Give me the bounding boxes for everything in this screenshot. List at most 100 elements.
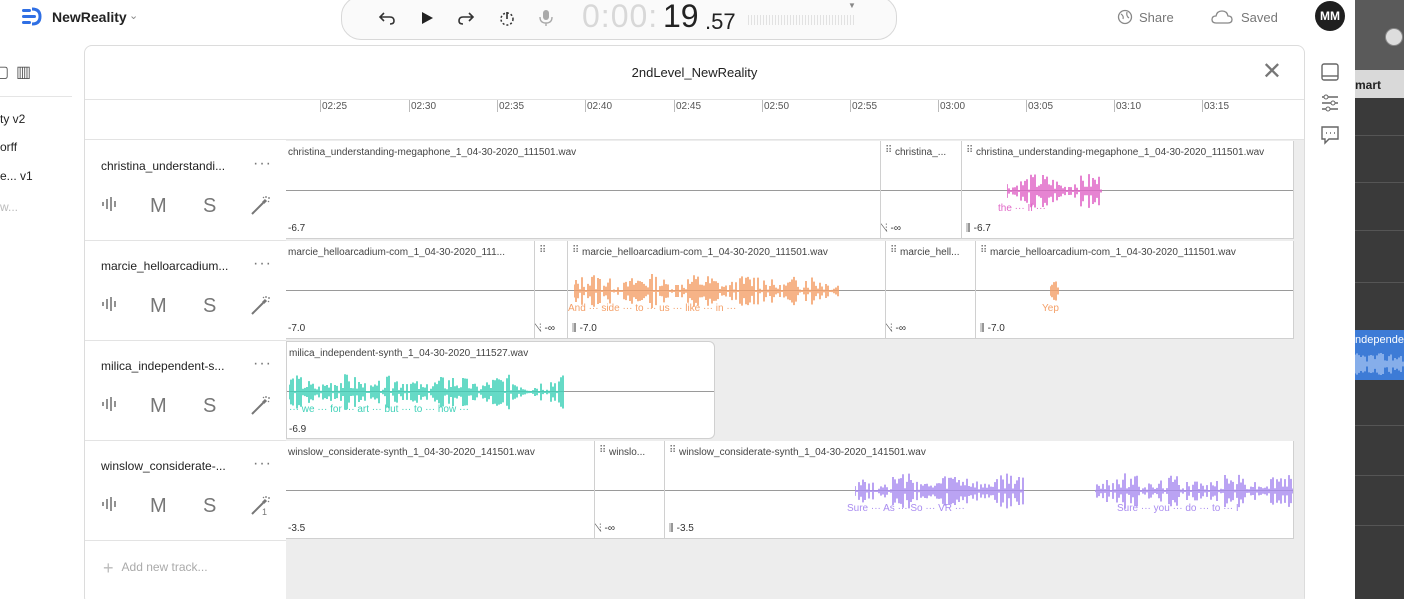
track-name[interactable]: christina_understandi...: [101, 159, 225, 173]
clip-transcript[interactable]: Sure ··· you ··· do ··· to ··· I: [1117, 503, 1239, 514]
solo-button[interactable]: S: [203, 295, 216, 318]
sidebar-item[interactable]: orff: [0, 140, 17, 154]
waveform-toggle-icon[interactable]: [101, 395, 119, 419]
library-icon[interactable]: ▥: [16, 62, 31, 82]
track-header[interactable]: winslow_considerate-... ··· M S 1: [85, 441, 286, 541]
sliders-icon[interactable]: [1320, 93, 1340, 113]
clip-centerline: [595, 490, 664, 491]
drag-handle-icon[interactable]: ⠿: [572, 245, 579, 256]
track-header[interactable]: christina_understandi... ··· M S: [85, 141, 286, 241]
clip-filename: milica_independent-synth_1_04-30-2020_11…: [289, 348, 529, 359]
clip-transcript[interactable]: Sure ··· As ··· So ··· VR ···: [847, 503, 965, 514]
undo-icon[interactable]: [376, 7, 398, 29]
drag-handle-icon[interactable]: ⠿: [890, 245, 897, 256]
audio-clip[interactable]: ⠿ christina_... ⫶⃥ -∞: [881, 141, 962, 239]
audio-clip[interactable]: christina_understanding-megaphone_1_04-3…: [286, 141, 881, 239]
add-track-button[interactable]: + Add new track...: [103, 558, 208, 579]
track-name[interactable]: milica_independent-s...: [101, 359, 224, 373]
clip-gain[interactable]: ⫼ -3.5: [669, 523, 694, 534]
mute-button[interactable]: M: [150, 295, 167, 318]
clip-filename: christina_understanding-megaphone_1_04-3…: [288, 147, 577, 158]
clip-transcript[interactable]: And ··· side ··· to ··· us ··· like ··· …: [568, 303, 736, 314]
more-options-icon[interactable]: ···: [253, 355, 272, 373]
play-icon[interactable]: [416, 7, 438, 29]
waveform-toggle-icon[interactable]: [101, 195, 119, 219]
metronome-icon[interactable]: [496, 7, 518, 29]
folder-icon[interactable]: ▢: [0, 62, 9, 82]
track-name[interactable]: marcie_helloarcadium...: [101, 259, 228, 273]
mute-button[interactable]: M: [150, 195, 167, 218]
sidebar-item[interactable]: ty v2: [0, 112, 25, 126]
redo-icon[interactable]: [455, 7, 477, 29]
clip-gain[interactable]: -7.0: [288, 323, 305, 334]
clip-gain[interactable]: ⫼ -6.7: [966, 223, 991, 234]
audio-clip[interactable]: ⠿ ⫶⃥ -∞: [535, 241, 568, 339]
magic-wand-icon[interactable]: 1: [249, 495, 271, 523]
drag-handle-icon[interactable]: ⠿: [669, 445, 676, 456]
magic-wand-icon[interactable]: [249, 195, 271, 223]
microphone-icon[interactable]: [535, 7, 557, 29]
drag-handle-icon[interactable]: ⠿: [599, 445, 606, 456]
clip-gain[interactable]: -6.9: [289, 424, 306, 435]
audio-clip[interactable]: ⠿ marcie_helloarcadium-com_1_04-30-2020_1…: [568, 241, 886, 339]
clip-gain[interactable]: ⫼ -7.0: [572, 323, 597, 334]
chevron-down-icon[interactable]: ⌄: [129, 9, 138, 22]
audio-clip[interactable]: ⠿ christina_understanding-megaphone_1_04-…: [962, 141, 1294, 239]
audio-clip[interactable]: ⠿ marcie_hell... ⫶⃥ -∞: [886, 241, 976, 339]
clip-gain[interactable]: -3.5: [288, 523, 305, 534]
drag-handle-icon[interactable]: ⠿: [966, 145, 973, 156]
app-logo-icon[interactable]: [20, 6, 42, 28]
waveform-toggle-icon[interactable]: [101, 495, 119, 519]
drag-handle-icon[interactable]: ⠿: [885, 145, 892, 156]
timecode-faded: 0:00:: [582, 0, 659, 34]
clip-centerline: [976, 290, 1293, 291]
app-title[interactable]: NewReality: [52, 9, 127, 25]
mute-button[interactable]: M: [150, 495, 167, 518]
clip-transcript[interactable]: Yep: [1042, 303, 1059, 314]
clip-gain[interactable]: ⫶⃥ -∞: [885, 223, 901, 234]
audio-clip[interactable]: ⠿ marcie_helloarcadium-com_1_04-30-2020_1…: [976, 241, 1294, 339]
more-options-icon[interactable]: ···: [253, 255, 272, 273]
clip-centerline: [286, 190, 880, 191]
magic-wand-icon[interactable]: [249, 395, 271, 423]
caret-down-icon[interactable]: ▼: [848, 1, 856, 10]
waveform-toggle-icon[interactable]: [101, 295, 119, 319]
timecode-seconds: 19: [663, 0, 699, 34]
sidebar-item[interactable]: e... v1: [0, 169, 33, 183]
clip-gain[interactable]: ⫼ -7.0: [980, 323, 1005, 334]
mute-button[interactable]: M: [150, 395, 167, 418]
clip-gain[interactable]: -6.7: [288, 223, 305, 234]
track-header[interactable]: milica_independent-s... ··· M S: [85, 341, 286, 441]
more-options-icon[interactable]: ···: [253, 155, 272, 173]
clip-transcript[interactable]: ··· we ··· for ··· art ··· but ··· to ··…: [289, 404, 469, 415]
solo-button[interactable]: S: [203, 495, 216, 518]
ruler-tick-label: 03:05: [1028, 101, 1054, 112]
drag-handle-icon[interactable]: ⠿: [980, 245, 987, 256]
sidebar-item[interactable]: w...: [0, 200, 18, 214]
track-header[interactable]: marcie_helloarcadium... ··· M S: [85, 241, 286, 341]
clip-gain-value: -∞: [544, 323, 555, 334]
share-label: Share: [1139, 9, 1174, 25]
audio-clip[interactable]: ⠿ winslo... ⫶⃥ -∞: [595, 441, 665, 539]
solo-button[interactable]: S: [203, 395, 216, 418]
share-button[interactable]: Share: [1117, 9, 1174, 25]
comment-icon[interactable]: [1320, 125, 1340, 145]
solo-button[interactable]: S: [203, 195, 216, 218]
time-ruler[interactable]: 02:25 02:30 02:35 02:40 02:45 02:50 02:55 03:00…: [286, 100, 1304, 140]
magic-wand-icon[interactable]: [249, 295, 271, 323]
clip-gain[interactable]: ⫶⃥ -∞: [599, 523, 615, 534]
audio-clip[interactable]: ⠿ winslow_considerate-synth_1_04-30-2020_…: [665, 441, 1294, 539]
audio-clip[interactable]: winslow_considerate-synth_1_04-30-2020_1…: [286, 441, 595, 539]
close-icon[interactable]: ✕: [1262, 60, 1282, 84]
ruler-tick-label: 02:30: [411, 101, 437, 112]
track-name[interactable]: winslow_considerate-...: [101, 459, 226, 473]
clip-transcript[interactable]: the ··· If ···: [998, 203, 1046, 214]
audio-clip[interactable]: marcie_helloarcadium-com_1_04-30-2020_11…: [286, 241, 535, 339]
drag-handle-icon[interactable]: ⠿: [539, 245, 546, 256]
panel-icon[interactable]: [1320, 62, 1340, 82]
clip-gain[interactable]: ⫶⃥ -∞: [539, 323, 555, 334]
more-options-icon[interactable]: ···: [253, 455, 272, 473]
clip-gain[interactable]: ⫶⃥ -∞: [890, 323, 906, 334]
audio-clip[interactable]: milica_independent-synth_1_04-30-2020_11…: [286, 341, 715, 439]
avatar[interactable]: MM: [1315, 1, 1345, 31]
